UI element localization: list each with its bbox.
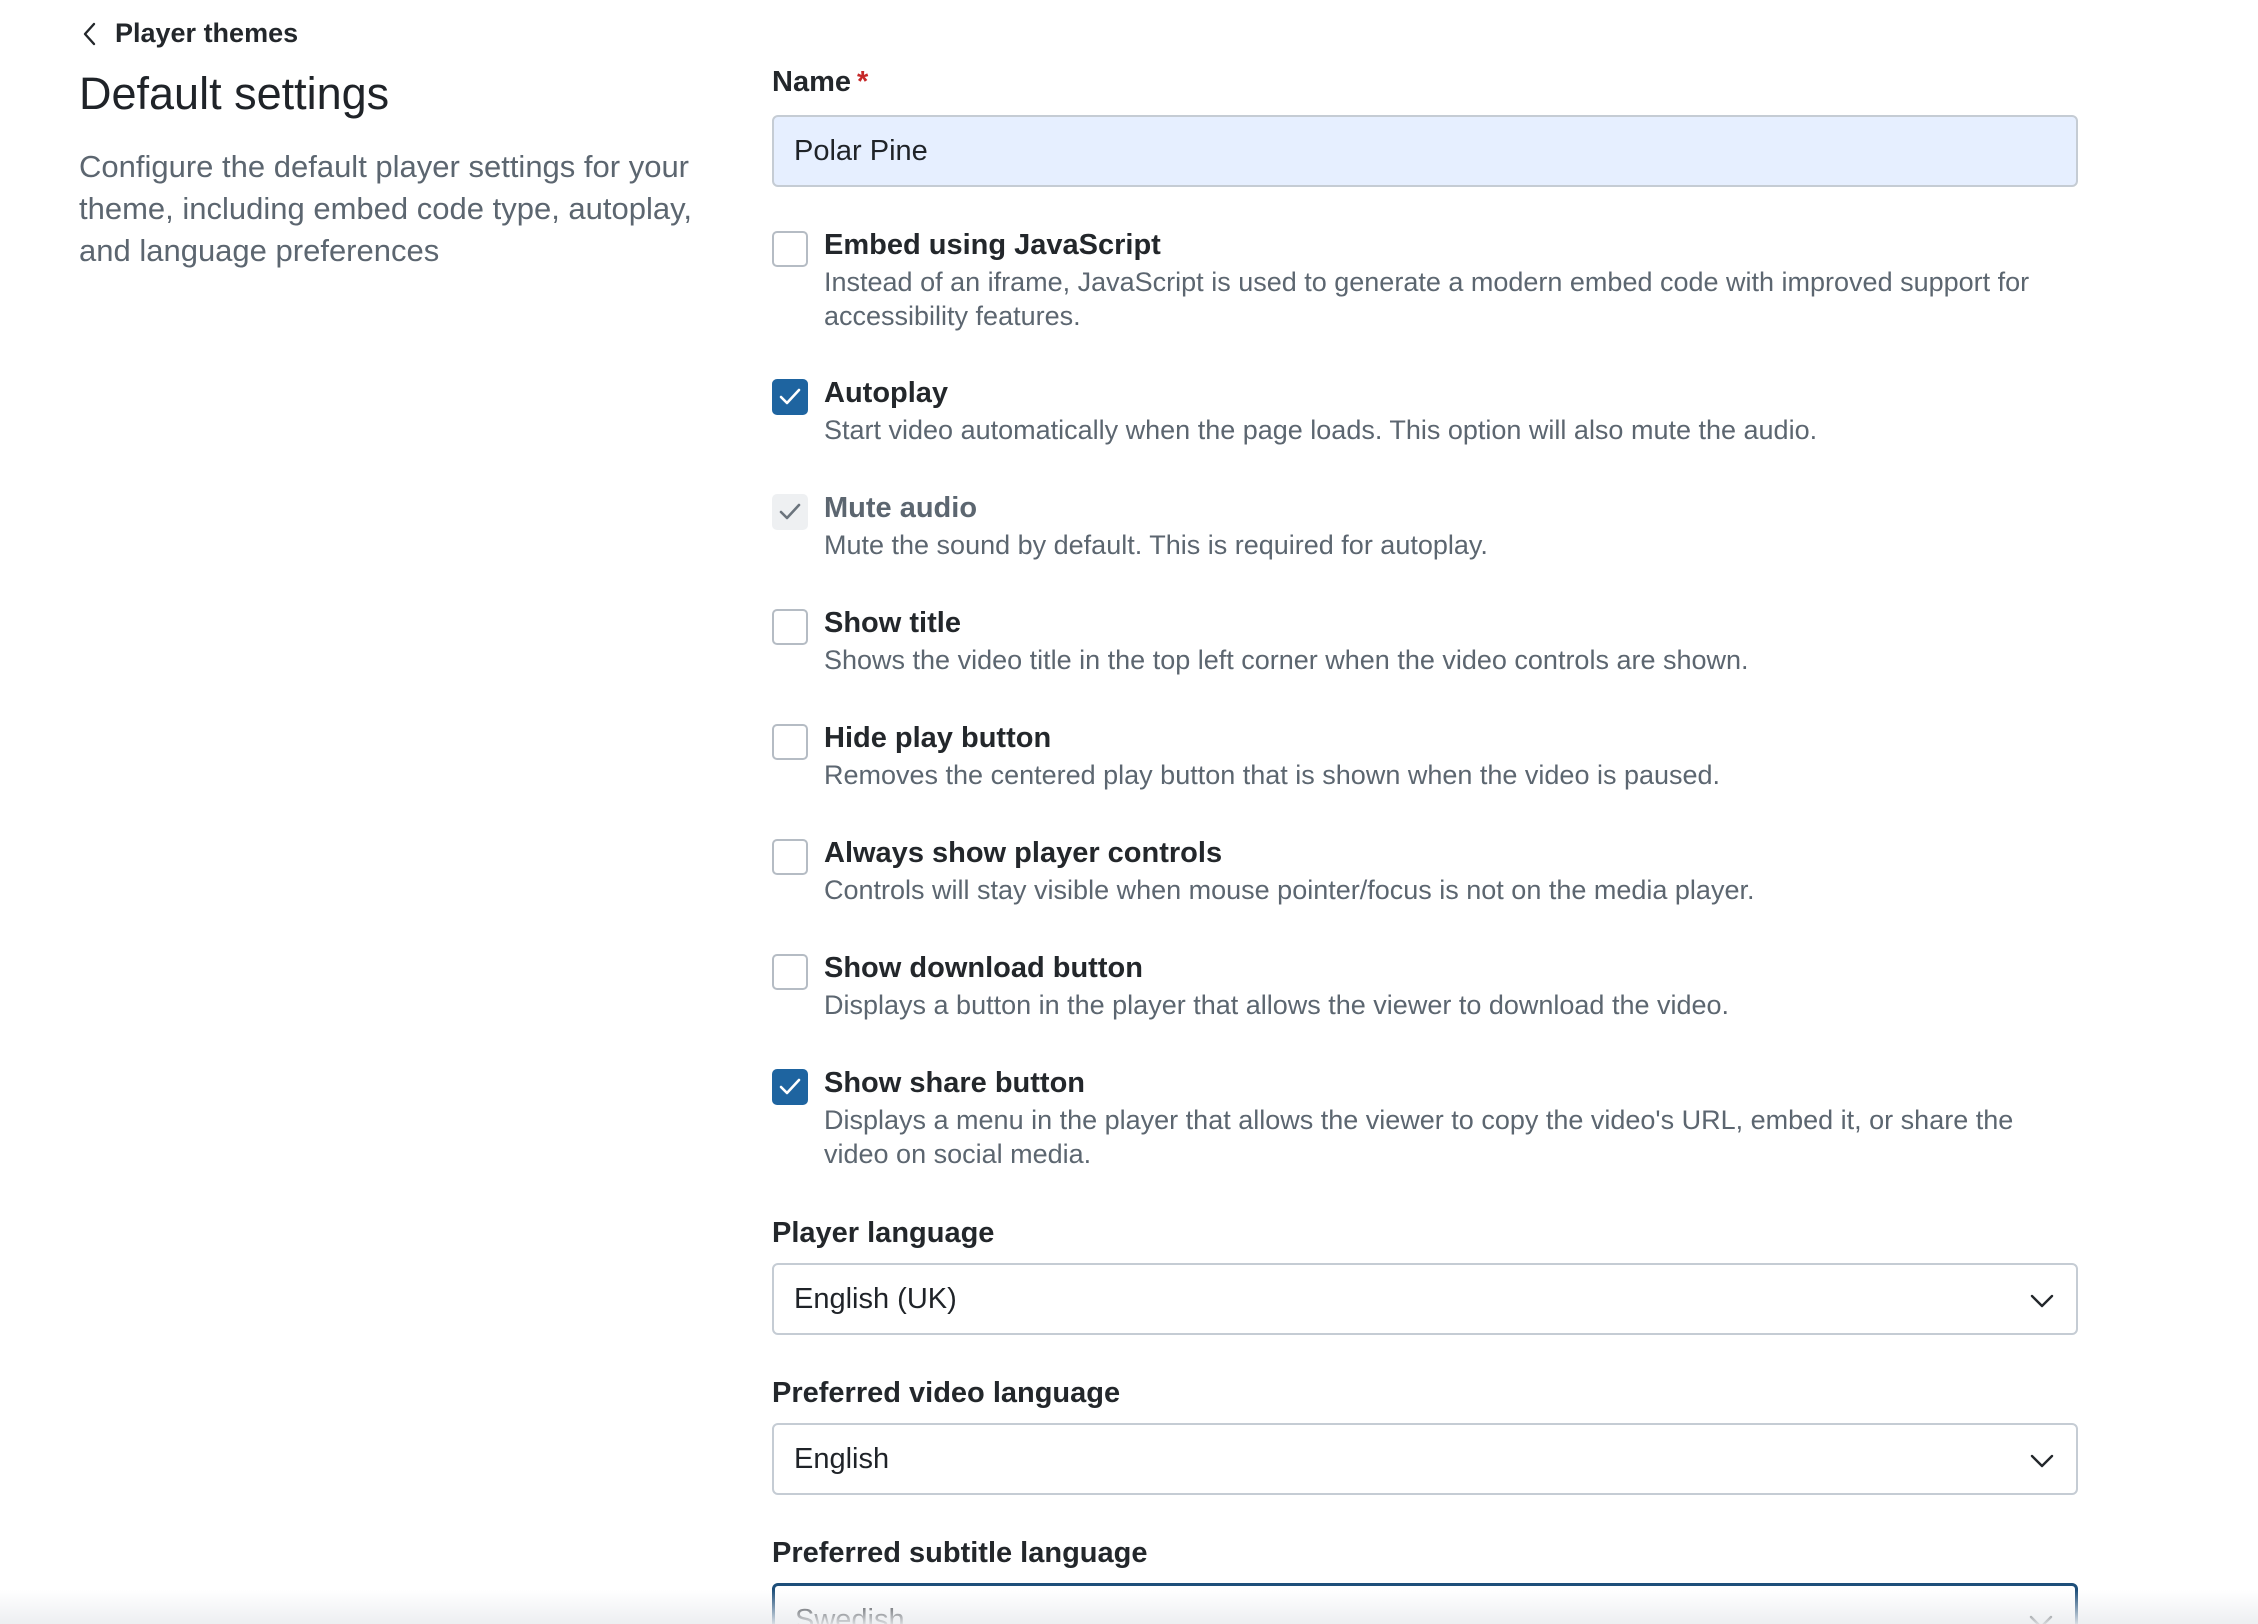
page-title: Default settings (79, 68, 390, 119)
back-link[interactable]: Player themes (79, 18, 298, 49)
checkmark-icon (779, 503, 801, 520)
name-label-text: Name (772, 66, 851, 98)
show-share-button-title: Show share button (824, 1067, 1085, 1099)
subtitle-language-select[interactable]: Swedish (772, 1583, 2078, 1624)
required-mark: * (857, 66, 869, 98)
hide-play-button-description: Removes the centered play button that is… (824, 760, 1721, 790)
checkmark-icon (779, 1078, 801, 1095)
embed-javascript-title: Embed using JavaScript (824, 229, 1161, 261)
mute-audio-checkbox (772, 494, 808, 530)
autoplay-checkbox[interactable] (772, 379, 808, 415)
show-share-button-checkbox[interactable] (772, 1069, 808, 1105)
video-language-select[interactable]: English (772, 1423, 2078, 1495)
video-language-value: English (794, 1443, 890, 1475)
chevron-left-icon (83, 22, 96, 45)
show-title-checkbox[interactable] (772, 609, 808, 645)
embed-javascript-checkbox[interactable] (772, 231, 808, 267)
autoplay-description: Start video automatically when the page … (824, 415, 1818, 445)
show-download-button-title: Show download button (824, 952, 1143, 984)
chevron-down-icon (2030, 1454, 2054, 1468)
chevron-down-icon (2030, 1294, 2054, 1308)
show-title-title: Show title (824, 607, 961, 639)
hide-play-button-title: Hide play button (824, 722, 1052, 754)
video-language-label: Preferred video language (772, 1377, 1121, 1409)
name-input[interactable] (772, 115, 2078, 187)
back-link-label: Player themes (115, 18, 299, 48)
subtitle-language-value: Swedish (795, 1604, 905, 1624)
name-label: Name * (772, 66, 868, 99)
player-theme-settings-page: Player themes Default settings Configure… (0, 0, 2258, 1624)
always-show-controls-title: Always show player controls (824, 837, 1223, 869)
embed-javascript-description: Instead of an iframe, JavaScript is used… (824, 267, 2030, 331)
hide-play-button-checkbox[interactable] (772, 724, 808, 760)
subtitle-language-label: Preferred subtitle language (772, 1537, 1148, 1569)
mute-audio-description: Mute the sound by default. This is requi… (824, 530, 1488, 560)
player-language-label: Player language (772, 1217, 995, 1249)
mute-audio-title: Mute audio (824, 492, 978, 524)
show-share-button-description: Displays a menu in the player that allow… (824, 1105, 2014, 1169)
player-language-value: English (UK) (794, 1283, 957, 1315)
page-description: Configure the default player settings fo… (79, 149, 692, 268)
player-language-select[interactable]: English (UK) (772, 1263, 2078, 1335)
show-download-button-checkbox[interactable] (772, 954, 808, 990)
chevron-down-icon (2029, 1615, 2053, 1624)
show-download-button-description: Displays a button in the player that all… (824, 990, 1730, 1020)
show-title-description: Shows the video title in the top left co… (824, 645, 1749, 675)
checkmark-icon (779, 388, 801, 405)
autoplay-title: Autoplay (824, 377, 949, 409)
always-show-controls-checkbox[interactable] (772, 839, 808, 875)
always-show-controls-description: Controls will stay visible when mouse po… (824, 875, 1755, 905)
